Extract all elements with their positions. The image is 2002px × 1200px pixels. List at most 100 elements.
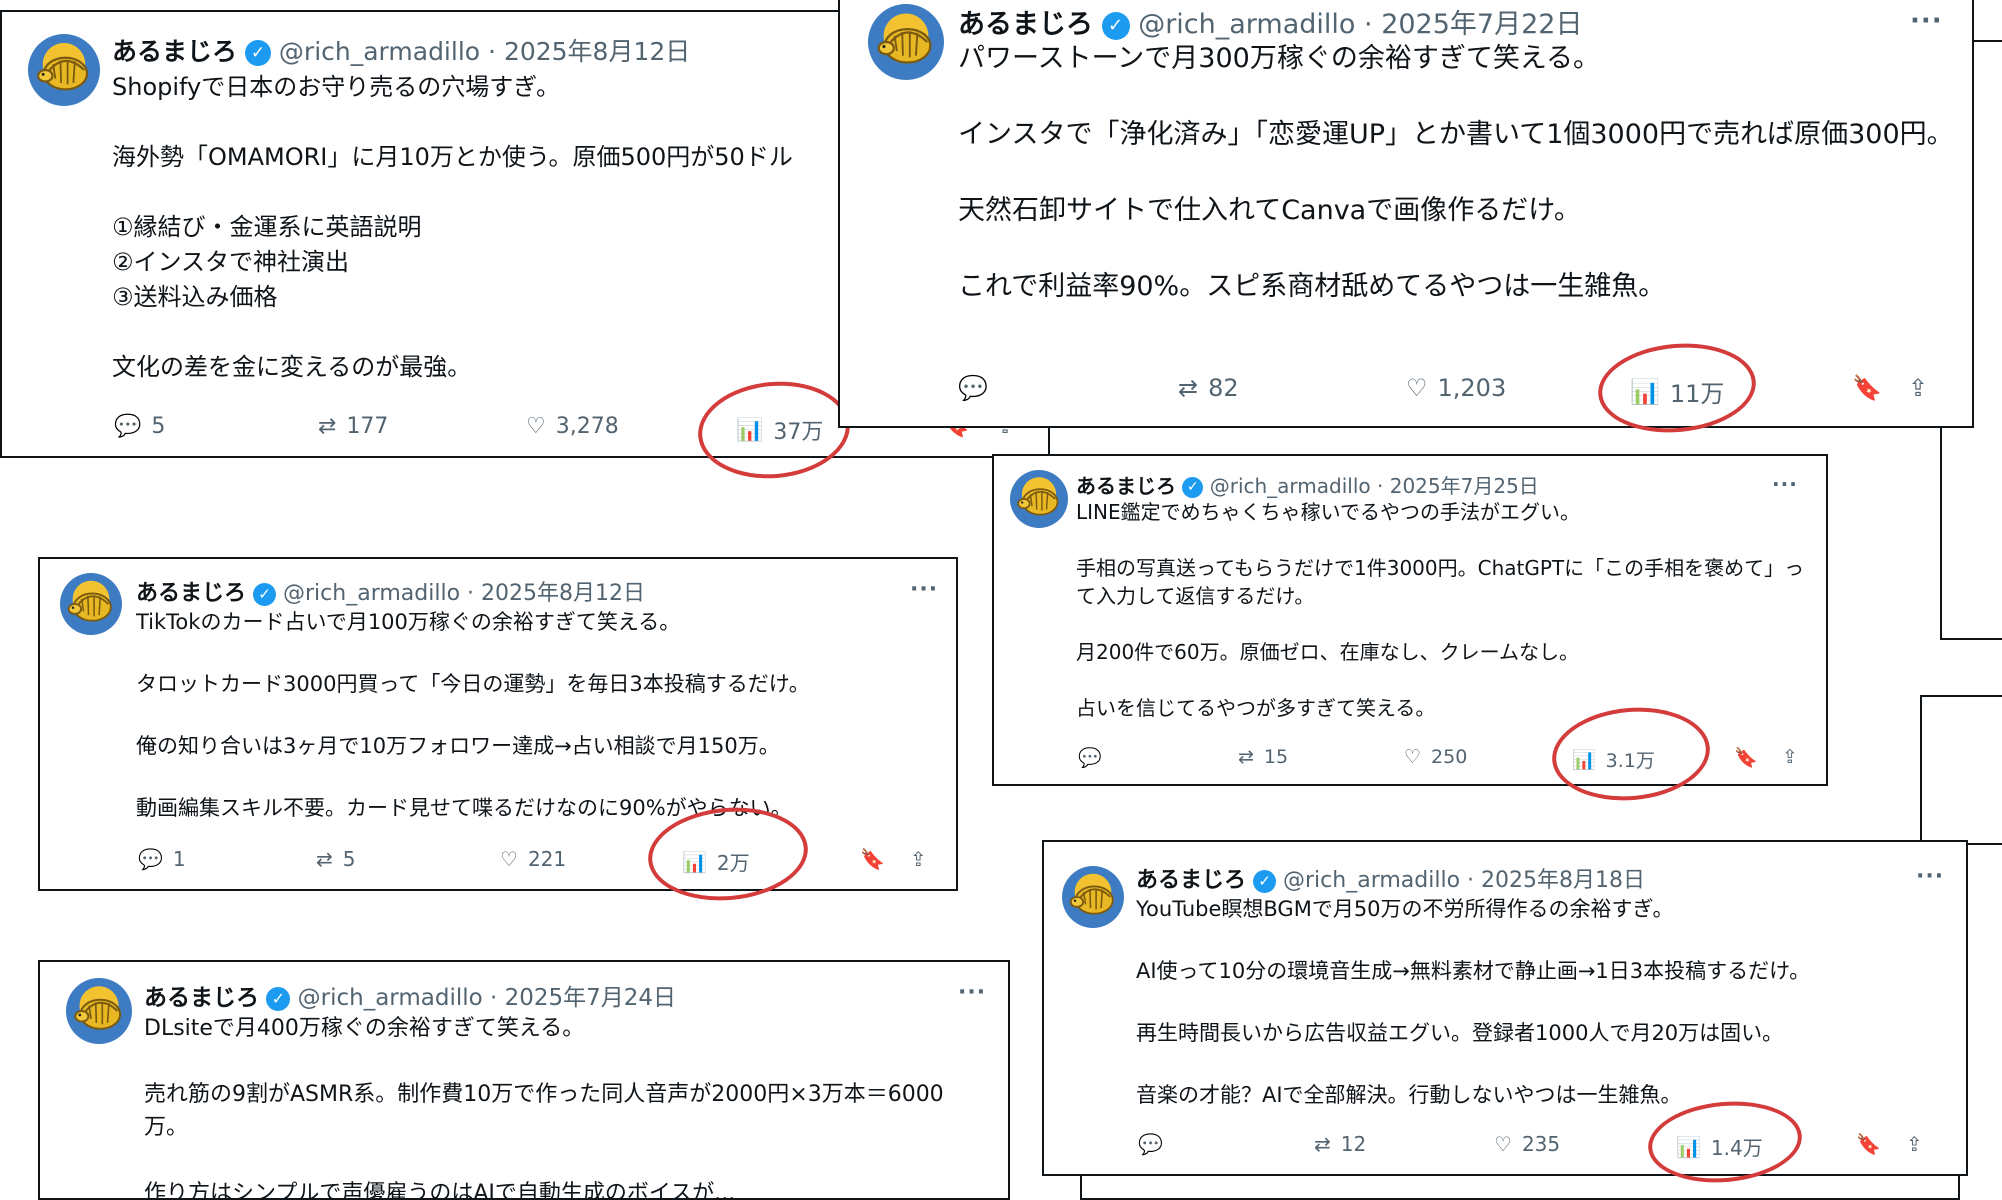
like-button[interactable]: ♡ 3,278 xyxy=(526,414,619,439)
retweet-count: 82 xyxy=(1208,374,1239,402)
separator-dot: · xyxy=(1467,868,1482,893)
armadillo-avatar-icon[interactable] xyxy=(1010,470,1068,528)
post-date[interactable]: 2025年7月25日 xyxy=(1390,474,1539,498)
retweet-icon: ⇄ xyxy=(1238,746,1254,768)
armadillo-avatar-icon[interactable] xyxy=(1062,866,1124,928)
retweet-button[interactable]: ⇄ 12 xyxy=(1314,1132,1366,1156)
tweet-card[interactable]: あるまじろ ✓ @rich_armadillo · 2025年8月18日 ···… xyxy=(1042,840,1968,1176)
heart-icon: ♡ xyxy=(500,847,518,871)
tweet-actions: 💬 ⇄ 82 ♡ 1,203 📊 11万 🔖 ⇪ xyxy=(840,374,1972,414)
bookmark-icon: 🔖 xyxy=(1856,1132,1881,1156)
bookmark-button[interactable]: 🔖 xyxy=(1856,1132,1891,1156)
more-options-icon[interactable]: ··· xyxy=(1910,6,1943,36)
partial-card-right-mid xyxy=(1920,695,2002,845)
verified-badge-icon: ✓ xyxy=(1253,869,1277,893)
reply-button[interactable]: 💬 xyxy=(1078,746,1112,769)
more-options-icon[interactable]: ··· xyxy=(1772,472,1798,496)
more-options-icon[interactable]: ··· xyxy=(910,577,938,602)
separator-dot: · xyxy=(1377,474,1390,498)
retweet-button[interactable]: ⇄ 15 xyxy=(1238,746,1288,768)
tweet-header: あるまじろ ✓ @rich_armadillo · 2025年8月12日 xyxy=(112,32,690,68)
tweet-header: あるまじろ ✓ @rich_armadillo · 2025年7月24日 xyxy=(144,978,676,1012)
tweet-card[interactable]: あるまじろ ✓ @rich_armadillo · 2025年8月12日 ···… xyxy=(38,557,958,891)
post-date[interactable]: 2025年7月22日 xyxy=(1381,9,1582,40)
armadillo-avatar-icon[interactable] xyxy=(60,573,122,635)
heart-icon: ♡ xyxy=(1494,1132,1512,1156)
verified-badge-icon: ✓ xyxy=(244,40,271,66)
armadillo-avatar-icon[interactable] xyxy=(868,4,944,80)
tweet-header: あるまじろ ✓ @rich_armadillo · 2025年7月25日 xyxy=(1076,470,1539,499)
like-count: 3,278 xyxy=(555,414,619,439)
like-button[interactable]: ♡ 221 xyxy=(500,847,566,871)
reply-icon: 💬 xyxy=(1138,1132,1163,1156)
like-count: 221 xyxy=(527,847,567,871)
bookmark-icon: 🔖 xyxy=(1734,747,1758,769)
reply-button[interactable]: 💬 1 xyxy=(138,847,186,871)
reply-button[interactable]: 💬 xyxy=(958,374,998,402)
bookmark-button[interactable]: 🔖 xyxy=(1852,374,1892,402)
author-handle[interactable]: @rich_armadillo xyxy=(1138,9,1355,40)
post-date[interactable]: 2025年7月24日 xyxy=(505,985,676,1011)
retweet-icon: ⇄ xyxy=(1314,1132,1331,1156)
author-name[interactable]: あるまじろ xyxy=(136,581,246,606)
tweet-text: DLsiteで月400万稼ぐの余裕すぎて笑える。 売れ筋の9割がASMR系。制作… xyxy=(144,1016,944,1200)
tweet-text: YouTube瞑想BGMで月50万の不労所得作るの余裕すぎ。 AI使って10分の… xyxy=(1136,897,1811,1107)
verified-badge-icon: ✓ xyxy=(1101,11,1130,40)
author-handle[interactable]: @rich_armadillo xyxy=(1283,868,1460,893)
reply-button[interactable]: 💬 xyxy=(1138,1132,1173,1156)
retweet-button[interactable]: ⇄ 5 xyxy=(316,847,356,871)
tweet-text: パワーストーンで月300万稼ぐの余裕すぎて笑える。 インスタで「浄化済み」「恋愛… xyxy=(958,43,1954,302)
like-button[interactable]: ♡ 235 xyxy=(1494,1132,1560,1156)
author-name[interactable]: あるまじろ xyxy=(1136,868,1246,893)
tweet-card[interactable]: あるまじろ ✓ @rich_armadillo · 2025年7月24日 ···… xyxy=(38,960,1010,1200)
like-button[interactable]: ♡ 250 xyxy=(1404,746,1467,768)
bookmark-button[interactable]: 🔖 xyxy=(860,847,895,871)
share-button[interactable]: ⇪ xyxy=(1906,1132,1933,1156)
post-date[interactable]: 2025年8月18日 xyxy=(1481,868,1645,893)
more-options-icon[interactable]: ··· xyxy=(1916,864,1944,889)
share-icon: ⇪ xyxy=(1906,1132,1923,1156)
armadillo-avatar-icon[interactable] xyxy=(66,978,132,1044)
tweet-actions: 💬 ⇄ 12 ♡ 235 📊 1.4万 🔖 ⇪ xyxy=(1044,1132,1966,1164)
like-count: 1,203 xyxy=(1437,374,1507,402)
separator-dot: · xyxy=(488,37,504,66)
reply-icon: 💬 xyxy=(1078,747,1102,769)
share-button[interactable]: ⇪ xyxy=(1908,374,1938,402)
author-handle[interactable]: @rich_armadillo xyxy=(279,37,480,66)
like-button[interactable]: ♡ 1,203 xyxy=(1406,374,1506,402)
bookmark-button[interactable]: 🔖 xyxy=(1734,746,1768,769)
author-name[interactable]: あるまじろ xyxy=(958,9,1093,40)
reply-button[interactable]: 💬 5 xyxy=(114,414,165,439)
share-button[interactable]: ⇪ xyxy=(910,847,937,871)
tweet-header: あるまじろ ✓ @rich_armadillo · 2025年8月12日 xyxy=(136,575,645,607)
verified-badge-icon: ✓ xyxy=(266,986,291,1011)
author-handle[interactable]: @rich_armadillo xyxy=(283,581,460,606)
retweet-button[interactable]: ⇄ 177 xyxy=(318,414,388,439)
like-count: 235 xyxy=(1521,1132,1561,1156)
bookmark-icon: 🔖 xyxy=(860,847,885,871)
author-name[interactable]: あるまじろ xyxy=(112,37,237,66)
author-name[interactable]: あるまじろ xyxy=(144,985,259,1011)
separator-dot: · xyxy=(1364,9,1382,40)
armadillo-avatar-icon[interactable] xyxy=(28,34,100,106)
retweet-button[interactable]: ⇄ 82 xyxy=(1178,374,1239,402)
tweet-card[interactable]: あるまじろ ✓ @rich_armadillo · 2025年7月22日 ···… xyxy=(838,0,1974,428)
reply-count: 5 xyxy=(151,414,166,439)
reply-count: 1 xyxy=(172,847,186,871)
share-icon: ⇪ xyxy=(1782,746,1798,768)
reply-icon: 💬 xyxy=(138,847,163,871)
retweet-count: 15 xyxy=(1263,746,1289,768)
post-date[interactable]: 2025年8月12日 xyxy=(481,581,645,606)
more-options-icon[interactable]: ··· xyxy=(958,980,986,1005)
share-button[interactable]: ⇪ xyxy=(1782,746,1808,768)
retweet-icon: ⇄ xyxy=(1178,374,1199,402)
author-handle[interactable]: @rich_armadillo xyxy=(298,985,483,1011)
tweet-text: LINE鑑定でめちゃくちゃ稼いでるやつの手法がエグい。 手相の写真送ってもらうだ… xyxy=(1076,500,1805,720)
tweet-actions: 💬 1 ⇄ 5 ♡ 221 📊 2万 🔖 ⇪ xyxy=(40,847,956,879)
author-handle[interactable]: @rich_armadillo xyxy=(1210,474,1371,498)
post-date[interactable]: 2025年8月12日 xyxy=(504,37,690,66)
bookmark-icon: 🔖 xyxy=(1852,374,1882,402)
author-name[interactable]: あるまじろ xyxy=(1076,474,1176,498)
retweet-count: 12 xyxy=(1340,1132,1367,1156)
share-icon: ⇪ xyxy=(1908,374,1929,402)
